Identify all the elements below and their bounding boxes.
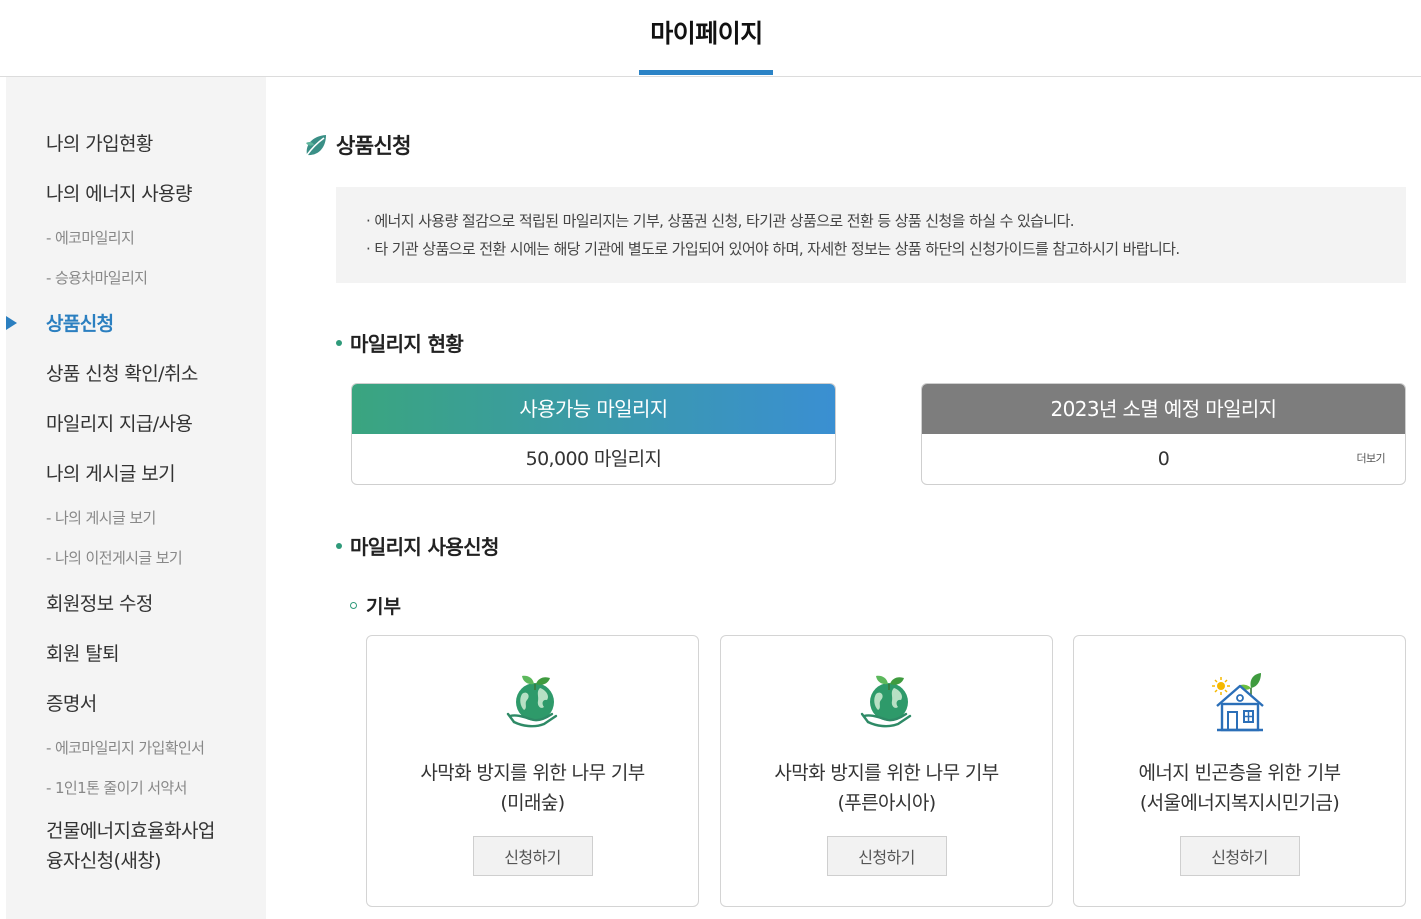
sidebar-item-subscription-status[interactable]: 나의 가입현황 bbox=[46, 129, 153, 156]
available-mileage-card: 사용가능 마일리지 50,000 마일리지 bbox=[351, 383, 836, 485]
donation-card: 사막화 방지를 위한 나무 기부 (푸른아시아) 신청하기 bbox=[720, 635, 1053, 907]
globe-plant-hand-icon bbox=[860, 675, 911, 728]
bullet-dot-icon bbox=[336, 339, 342, 346]
page-tab-mypage[interactable]: 마이페이지 bbox=[640, 0, 773, 77]
subsection-title-donation: 기부 bbox=[350, 592, 401, 619]
sidebar-item-label: 융자신청(새창) bbox=[46, 850, 162, 872]
available-mileage-value: 50,000 마일리지 bbox=[525, 448, 662, 470]
sidebar-subitem-car-mileage[interactable]: - 승용차마일리지 bbox=[46, 267, 148, 288]
sidebar-item-building-loan[interactable]: 건물에너지효율화사업 융자신청(새창) bbox=[46, 816, 215, 876]
sidebar-subitem-eco-certificate[interactable]: - 에코마일리지 가입확인서 bbox=[46, 737, 205, 758]
top-header: 마이페이지 bbox=[0, 0, 1421, 77]
donation-card-line: 사막화 방지를 위한 나무 기부 bbox=[420, 762, 645, 784]
more-link[interactable]: 더보기 bbox=[1356, 434, 1385, 484]
active-tab-underline bbox=[639, 70, 773, 75]
expiring-mileage-body: 0 더보기 bbox=[922, 434, 1405, 484]
bullet-ring-icon bbox=[350, 602, 357, 609]
donation-card-line: 사막화 방지를 위한 나무 기부 bbox=[774, 762, 999, 784]
globe-plant-hand-icon bbox=[506, 675, 557, 728]
expiring-mileage-card: 2023년 소멸 예정 마일리지 0 더보기 bbox=[921, 383, 1406, 485]
donation-card-line: (서울에너지복지시민기금) bbox=[1139, 792, 1340, 814]
sidebar-item-my-posts[interactable]: 나의 게시글 보기 bbox=[46, 459, 176, 486]
sidebar-item-label: 건물에너지효율화사업 bbox=[46, 820, 215, 842]
sidebar-item-product-apply[interactable]: 상품신청 bbox=[46, 309, 114, 336]
sidebar-item-edit-profile[interactable]: 회원정보 수정 bbox=[46, 589, 153, 616]
bullet-dot-icon bbox=[336, 542, 342, 549]
sidebar-item-apply-check-cancel[interactable]: 상품 신청 확인/취소 bbox=[46, 359, 198, 386]
notice-line: · 에너지 사용량 절감으로 적립된 마일리지는 기부, 상품권 신청, 타기관… bbox=[366, 212, 1075, 230]
donation-card-title: 사막화 방지를 위한 나무 기부 (푸른아시아) bbox=[721, 758, 1052, 818]
expiring-mileage-label: 2023년 소멸 예정 마일리지 bbox=[922, 384, 1405, 434]
section-title-text: 마일리지 사용신청 bbox=[350, 535, 499, 559]
sidebar-subitem-my-posts[interactable]: - 나의 게시글 보기 bbox=[46, 507, 156, 528]
donation-card: 에너지 빈곤층을 위한 기부 (서울에너지복지시민기금) 신청하기 bbox=[1073, 635, 1406, 907]
section-title-mileage-status: 마일리지 현황 bbox=[336, 328, 464, 357]
house-sun-plant-icon bbox=[1211, 673, 1264, 732]
donation-card-line: (푸른아시아) bbox=[837, 792, 936, 814]
active-arrow-icon bbox=[6, 316, 17, 330]
section-title-mileage-usage: 마일리지 사용신청 bbox=[336, 531, 499, 560]
section-title-text: 마일리지 현황 bbox=[350, 332, 464, 356]
page-title: 상품신청 bbox=[336, 134, 411, 158]
subsection-title-text: 기부 bbox=[366, 596, 401, 618]
sidebar-subitem-eco-mileage[interactable]: - 에코마일리지 bbox=[46, 227, 135, 248]
notice-box: · 에너지 사용량 절감으로 적립된 마일리지는 기부, 상품권 신청, 타기관… bbox=[336, 187, 1406, 283]
sidebar-item-energy-usage[interactable]: 나의 에너지 사용량 bbox=[46, 179, 193, 206]
donation-card: 사막화 방지를 위한 나무 기부 (미래숲) 신청하기 bbox=[366, 635, 699, 907]
apply-button[interactable]: 신청하기 bbox=[1179, 836, 1300, 876]
sidebar-item-withdraw[interactable]: 회원 탈퇴 bbox=[46, 639, 120, 666]
notice-line: · 타 기관 상품으로 전환 시에는 해당 기관에 별도로 가입되어 있어야 하… bbox=[366, 240, 1180, 258]
sidebar-item-certificates[interactable]: 증명서 bbox=[46, 689, 97, 716]
leaf-icon bbox=[306, 135, 326, 156]
apply-button[interactable]: 신청하기 bbox=[472, 836, 593, 876]
donation-card-title: 사막화 방지를 위한 나무 기부 (미래숲) bbox=[367, 758, 698, 818]
sidebar-subitem-pledge[interactable]: - 1인1톤 줄이기 서약서 bbox=[46, 777, 187, 798]
available-mileage-label: 사용가능 마일리지 bbox=[352, 384, 835, 434]
sidebar-item-mileage-pay-use[interactable]: 마일리지 지급/사용 bbox=[46, 409, 193, 436]
sidebar-subitem-my-old-posts[interactable]: - 나의 이전게시글 보기 bbox=[46, 547, 183, 568]
sidebar-nav: 나의 가입현황 나의 에너지 사용량 - 에코마일리지 - 승용차마일리지 상품… bbox=[6, 77, 266, 919]
donation-card-line: (미래숲) bbox=[500, 792, 565, 814]
expiring-mileage-value: 0 bbox=[1157, 448, 1170, 470]
donation-card-title: 에너지 빈곤층을 위한 기부 (서울에너지복지시민기금) bbox=[1074, 758, 1405, 818]
apply-button[interactable]: 신청하기 bbox=[826, 836, 947, 876]
donation-card-line: 에너지 빈곤층을 위한 기부 bbox=[1138, 762, 1342, 784]
